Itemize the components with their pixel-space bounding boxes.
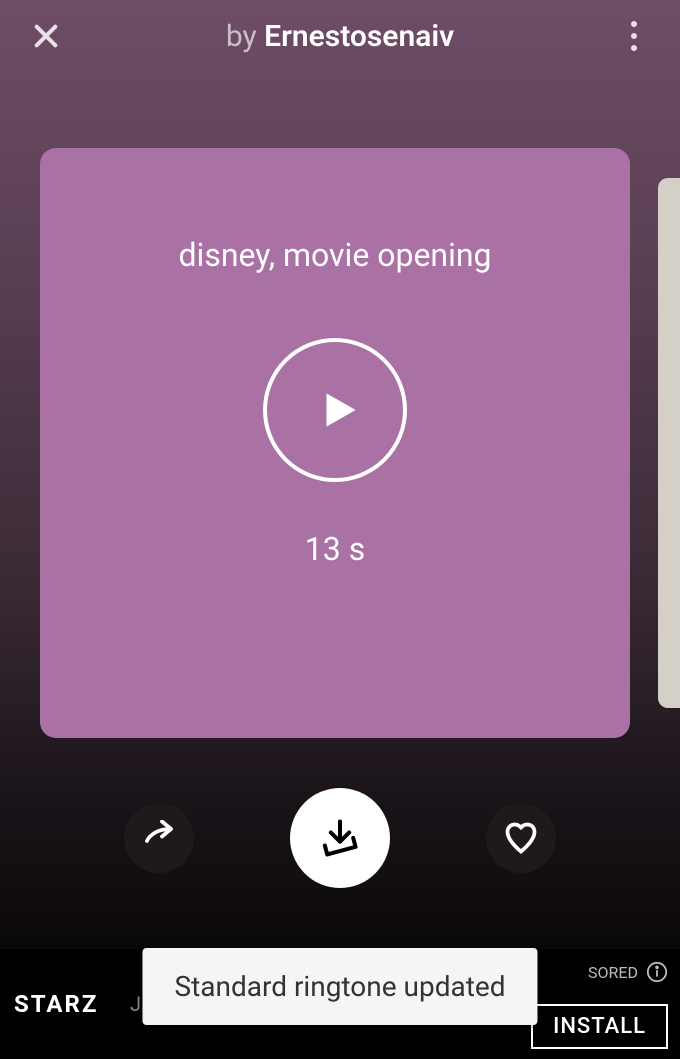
card-carousel[interactable]: disney, movie opening 13 s: [0, 72, 680, 738]
by-prefix: by: [226, 19, 264, 54]
toast-notification: Standard ringtone updated: [142, 948, 537, 1025]
close-icon: [30, 20, 62, 52]
share-button[interactable]: [124, 803, 194, 873]
sound-title: disney, movie opening: [178, 236, 491, 274]
download-set-icon: [318, 816, 362, 860]
next-card-peek[interactable]: [658, 178, 680, 708]
header: by Ernestosenaiv: [0, 0, 680, 72]
info-icon: [646, 961, 668, 983]
heart-icon: [503, 820, 539, 856]
sound-card: disney, movie opening 13 s: [40, 148, 630, 738]
author-name[interactable]: Ernestosenaiv: [264, 19, 454, 54]
favorite-button[interactable]: [486, 803, 556, 873]
close-button[interactable]: [26, 16, 66, 56]
more-vertical-icon: [631, 21, 637, 51]
page-title: by Ernestosenaiv: [66, 19, 614, 54]
ad-brand-logo: STARZ: [0, 990, 110, 1018]
install-button[interactable]: INSTALL: [531, 1004, 668, 1049]
duration-label: 13 s: [305, 530, 365, 568]
more-options-button[interactable]: [614, 16, 654, 56]
play-icon: [314, 385, 364, 435]
play-button[interactable]: [263, 338, 407, 482]
action-bar: [0, 788, 680, 888]
share-arrow-icon: [141, 820, 177, 856]
sponsored-label: SORED: [588, 963, 638, 982]
sponsored-badge[interactable]: SORED: [588, 961, 668, 983]
set-ringtone-button[interactable]: [290, 788, 390, 888]
